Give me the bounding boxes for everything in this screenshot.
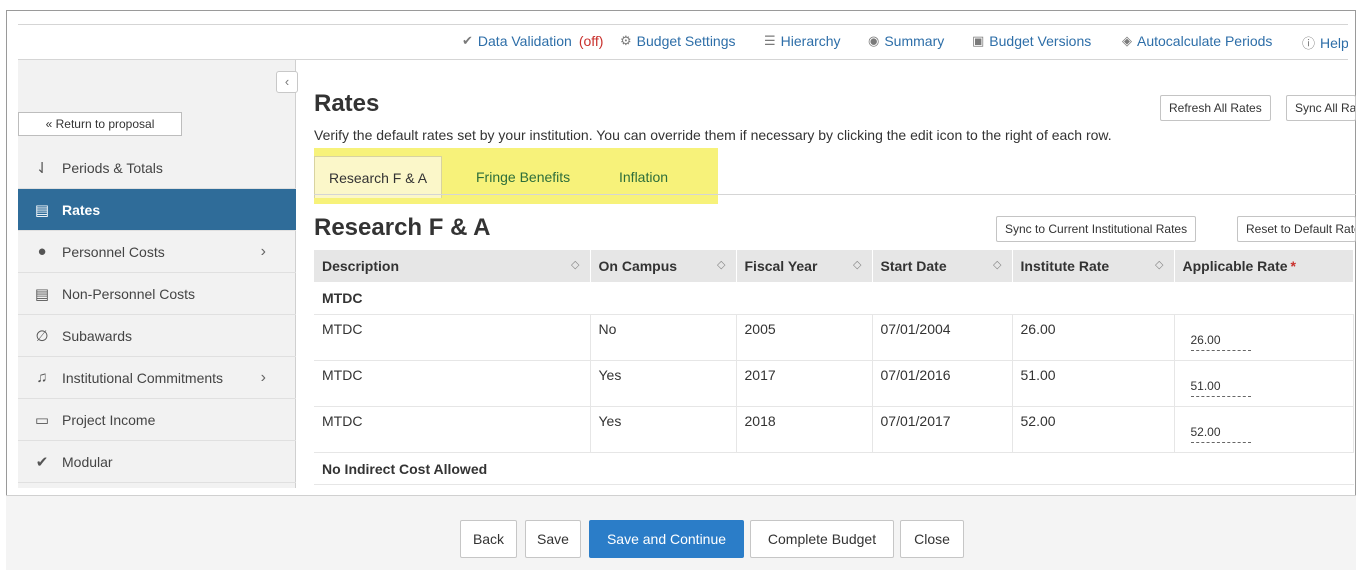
sidebar-item-non-personnel-costs[interactable]: ▤ Non-Personnel Costs (18, 273, 296, 315)
main-content: Rates Refresh All Rates Sync All Rates V… (310, 60, 1356, 488)
sort-icon: ◇ (993, 259, 1002, 271)
footer-action-bar: Back Save Save and Continue Complete Bud… (6, 495, 1356, 570)
gear-icon: ⚙ (620, 33, 632, 48)
check-icon: ✔ (462, 33, 473, 48)
sidebar-item-modular[interactable]: ✔ Modular (18, 441, 296, 483)
hierarchy-link[interactable]: ☰ Hierarchy (764, 33, 841, 49)
summary-link[interactable]: ◉ Summary (868, 33, 944, 49)
chevron-right-icon: › (260, 368, 266, 386)
table-row: MTDC Yes 2018 07/01/2017 52.00 52.00 (314, 406, 1354, 453)
table-group-row: No Indirect Cost Allowed (314, 452, 1354, 485)
applicable-rate-field[interactable]: 52.00 (1190, 425, 1251, 443)
complete-budget-button[interactable]: Complete Budget (750, 520, 894, 558)
list-icon: ☰ (764, 33, 776, 48)
rates-table: Description ◇ On Campus ◇ Fiscal Year ◇ Sta… (314, 250, 1354, 485)
chevron-right-icon: › (260, 242, 266, 260)
sidebar: ‹ « Return to proposal ⇃ Periods & Total… (18, 60, 298, 488)
back-button[interactable]: Back (460, 520, 517, 558)
sync-all-rates-button[interactable]: Sync All Rates (1286, 95, 1356, 121)
sidebar-item-institutional-commitments[interactable]: ♫ Institutional Commitments › (18, 357, 296, 399)
bell-icon: ♫ (36, 369, 48, 386)
rates-icon: ▤ (34, 201, 50, 219)
document-icon: ▤ (34, 285, 50, 303)
eye-icon: ◉ (868, 33, 880, 48)
autocalculate-periods-link[interactable]: ◈ Autocalculate Periods (1122, 33, 1272, 49)
sort-icon: ◇ (853, 259, 862, 271)
paperclip-icon: ∅ (35, 327, 49, 345)
tab-research-fa[interactable]: Research F & A (314, 156, 443, 198)
table-row: MTDC No 2005 07/01/2004 26.00 26.00 (314, 314, 1354, 361)
sort-icon: ◇ (571, 259, 580, 271)
tab-fringe-benefits[interactable]: Fringe Benefits (462, 156, 584, 198)
sidebar-item-project-income[interactable]: ▭ Project Income (18, 399, 296, 441)
reset-default-rates-button[interactable]: Reset to Default Rates (1237, 216, 1356, 242)
column-header-description[interactable]: Description ◇ (314, 250, 591, 282)
applicable-rate-field[interactable]: 51.00 (1190, 379, 1251, 397)
section-title: Research F & A (314, 214, 491, 241)
sidebar-item-rates[interactable]: ▤ Rates (18, 189, 296, 231)
sort-icon: ◇ (1155, 259, 1164, 271)
column-header-applicable-rate[interactable]: Applicable Rate * (1174, 250, 1354, 282)
data-validation-state: (off) (578, 33, 604, 49)
data-validation-toggle[interactable]: ✔ Data Validation (off) (462, 33, 603, 49)
save-and-continue-button[interactable]: Save and Continue (589, 520, 744, 558)
help-icon: ⓘ (1302, 36, 1316, 51)
periods-icon: ⇃ (35, 159, 49, 177)
sidebar-item-personnel-costs[interactable]: ● Personnel Costs › (18, 231, 296, 273)
rate-tabs: Research F & A Fringe Benefits Inflation (314, 148, 718, 204)
sidebar-item-periods-totals[interactable]: ⇃ Periods & Totals (18, 147, 296, 189)
help-link[interactable]: ⓘ Help (1302, 33, 1348, 52)
table-group-row: MTDC (314, 282, 1354, 315)
close-button[interactable]: Close (900, 520, 964, 558)
calculator-icon: ◈ (1122, 33, 1132, 48)
return-to-proposal-button[interactable]: « Return to proposal (18, 112, 182, 136)
sync-current-rates-button[interactable]: Sync to Current Institutional Rates (996, 216, 1197, 242)
column-header-fiscal-year[interactable]: Fiscal Year ◇ (736, 250, 873, 282)
budget-settings-link[interactable]: ⚙ Budget Settings (620, 33, 736, 49)
column-header-on-campus[interactable]: On Campus ◇ (590, 250, 737, 282)
check-icon: ✔ (35, 453, 49, 471)
tab-inflation[interactable]: Inflation (605, 156, 682, 198)
versions-icon: ▣ (972, 33, 985, 48)
column-header-start-date[interactable]: Start Date ◇ (872, 250, 1013, 282)
page-title: Rates (314, 90, 380, 117)
money-icon: ▭ (34, 411, 50, 429)
applicable-rate-field[interactable]: 26.00 (1190, 333, 1251, 351)
budget-versions-link[interactable]: ▣ Budget Versions (972, 33, 1091, 49)
collapse-sidebar-button[interactable]: ‹ (276, 71, 298, 93)
tabs-divider (314, 194, 1356, 195)
table-row: MTDC Yes 2017 07/01/2016 51.00 51.00 (314, 360, 1354, 407)
page-description: Verify the default rates set by your ins… (314, 127, 1112, 143)
refresh-all-rates-button[interactable]: Refresh All Rates (1160, 95, 1271, 121)
save-button[interactable]: Save (525, 520, 581, 558)
budget-toolbar: ✔ Data Validation (off) ⚙ Budget Setting… (18, 24, 1348, 60)
column-header-institute-rate[interactable]: Institute Rate ◇ (1012, 250, 1175, 282)
person-icon: ● (37, 243, 47, 260)
sidebar-item-subawards[interactable]: ∅ Subawards (18, 315, 296, 357)
required-marker: * (1290, 258, 1296, 274)
sort-icon: ◇ (717, 259, 726, 271)
